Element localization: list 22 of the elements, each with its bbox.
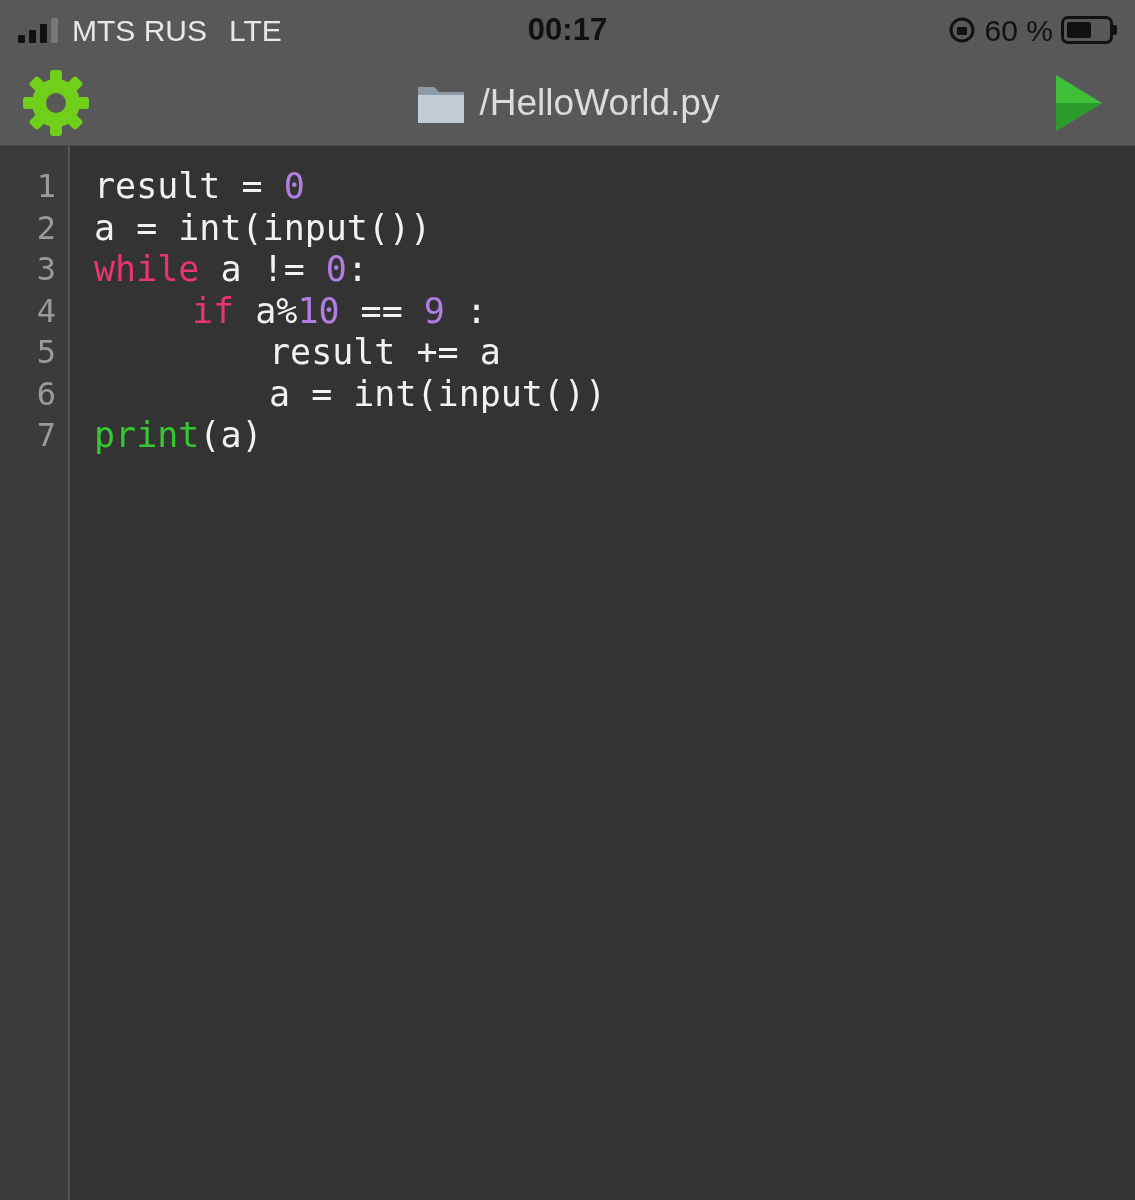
code-line: a = int(input()) bbox=[269, 373, 607, 415]
carrier-name: MTS RUS bbox=[72, 12, 207, 49]
code-line: while a != 0: bbox=[94, 249, 368, 291]
line-number: 5 bbox=[36, 332, 56, 373]
line-number: 1 bbox=[36, 166, 56, 207]
line-number: 2 bbox=[36, 207, 56, 249]
line-number: 6 bbox=[36, 373, 56, 415]
code-line: print(a) bbox=[94, 415, 263, 457]
network-type: LTE bbox=[229, 12, 282, 49]
code-line: if a%10 == 9 : bbox=[192, 290, 488, 332]
line-number: 4 bbox=[36, 290, 56, 332]
line-number: 3 bbox=[36, 249, 56, 290]
code-line: result = 0 bbox=[94, 166, 305, 208]
file-path: /HelloWorld.py bbox=[479, 80, 720, 125]
code-line: result += a bbox=[269, 332, 501, 374]
battery-percent: 60 % bbox=[984, 12, 1053, 49]
battery-icon bbox=[1061, 16, 1117, 44]
code-line: a = int(input()) bbox=[94, 207, 432, 249]
clock-time: 00:17 bbox=[527, 10, 608, 49]
play-icon bbox=[1054, 72, 1104, 133]
settings-icon bbox=[21, 67, 91, 138]
line-number: 7 bbox=[36, 415, 56, 456]
